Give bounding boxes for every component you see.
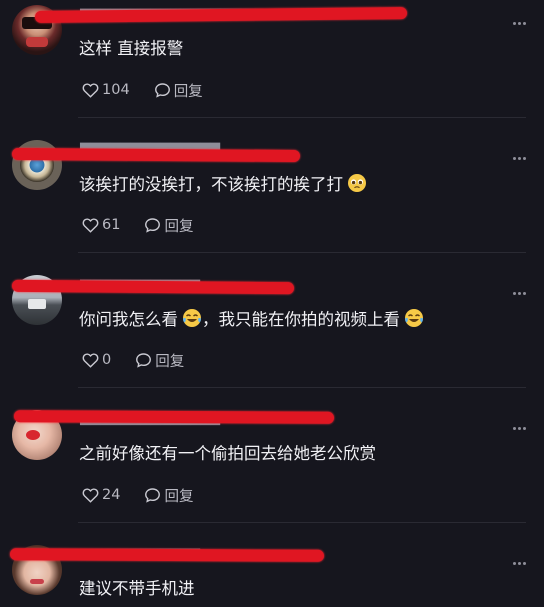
- comment-item: ▆▆▆▆▆▆▆▆▆▆▆▆▆▆ 之前好像还有一个偷拍回去给她老公欣赏 24 回复: [0, 405, 544, 540]
- comment-text: 这样 直接报警: [79, 39, 184, 58]
- more-options-button[interactable]: [513, 562, 527, 566]
- like-button[interactable]: 0: [82, 352, 111, 368]
- comment-text-content: 你问我怎么看: [79, 310, 178, 329]
- reply-button[interactable]: 回复: [144, 215, 193, 236]
- like-count: 104: [102, 82, 130, 98]
- more-dots-icon: [513, 427, 516, 430]
- laughing-crying-emoji: [404, 308, 424, 334]
- divider: [78, 117, 526, 118]
- like-count: 61: [102, 217, 121, 233]
- redaction-mark: [9, 548, 325, 562]
- like-count: 0: [102, 352, 112, 368]
- reply-label: 回复: [164, 488, 194, 505]
- like-button[interactable]: 24: [82, 487, 120, 503]
- comment-actions: 61 回复: [82, 214, 193, 236]
- reply-label: 回复: [164, 218, 194, 235]
- reply-label: 回复: [155, 353, 185, 370]
- redaction-mark: [34, 7, 408, 23]
- comment-bubble-icon: [145, 218, 161, 233]
- divider: [78, 522, 526, 523]
- more-dots-icon: [513, 157, 516, 160]
- comment-actions: 104 回复: [82, 79, 203, 101]
- comment-item: ▆▆▆▆▆▆▆▆▆▆▆▆▆▆▆▆▆▆▆▆ 这样 直接报警 104 回复: [0, 0, 544, 135]
- comment-item: ▆▆▆▆▆▆▆▆▆▆▆▆ 建议不带手机进: [0, 540, 544, 607]
- more-dots-icon: [513, 292, 516, 295]
- more-dots-icon: [513, 562, 516, 565]
- like-count: 24: [102, 487, 121, 503]
- comment-bubble-icon: [145, 488, 161, 503]
- more-options-button[interactable]: [513, 157, 527, 161]
- more-options-button[interactable]: [513, 427, 527, 431]
- pleading-face-emoji: [347, 173, 367, 199]
- heart-icon: [82, 83, 99, 98]
- more-dots-icon: [513, 22, 516, 25]
- more-options-button[interactable]: [513, 22, 527, 26]
- comment-item: ▆▆▆▆▆▆▆▆▆▆▆▆ 你问我怎么看，我只能在你拍的视频上看 0 回复: [0, 270, 544, 405]
- heart-icon: [82, 353, 99, 368]
- like-button[interactable]: 104: [82, 82, 130, 98]
- redaction-mark: [11, 147, 301, 163]
- comment-text-content: ，我只能在你拍的视频上看: [202, 310, 400, 329]
- comment-text: 建议不带手机进: [79, 579, 195, 598]
- comment-actions: 24 回复: [82, 484, 193, 506]
- heart-icon: [82, 218, 99, 233]
- comment-bubble-icon: [136, 353, 152, 368]
- reply-button[interactable]: 回复: [154, 80, 203, 101]
- divider: [78, 387, 526, 388]
- comment-text: 你问我怎么看 ，我只能在你拍的视频上看: [79, 308, 424, 334]
- laughing-crying-emoji: [182, 308, 202, 334]
- reply-label: 回复: [173, 83, 203, 100]
- redaction-mark: [11, 279, 295, 295]
- reply-button[interactable]: 回复: [144, 485, 193, 506]
- comment-text: 之前好像还有一个偷拍回去给她老公欣赏: [79, 444, 376, 463]
- reply-button[interactable]: 回复: [135, 350, 184, 371]
- like-button[interactable]: 61: [82, 217, 120, 233]
- heart-icon: [82, 488, 99, 503]
- comment-actions: 0 回复: [82, 349, 184, 371]
- more-options-button[interactable]: [513, 292, 527, 296]
- comment-item: ▆▆▆▆▆▆▆▆▆▆▆▆▆▆ 该挨打的没挨打，不该挨打的挨了打 61 回复: [0, 135, 544, 270]
- divider: [78, 252, 526, 253]
- comment-text-content: 该挨打的没挨打，不该挨打的挨了打: [79, 175, 343, 194]
- comment-bubble-icon: [154, 83, 170, 98]
- comment-text: 该挨打的没挨打，不该挨打的挨了打: [79, 173, 367, 199]
- redaction-mark: [13, 410, 335, 424]
